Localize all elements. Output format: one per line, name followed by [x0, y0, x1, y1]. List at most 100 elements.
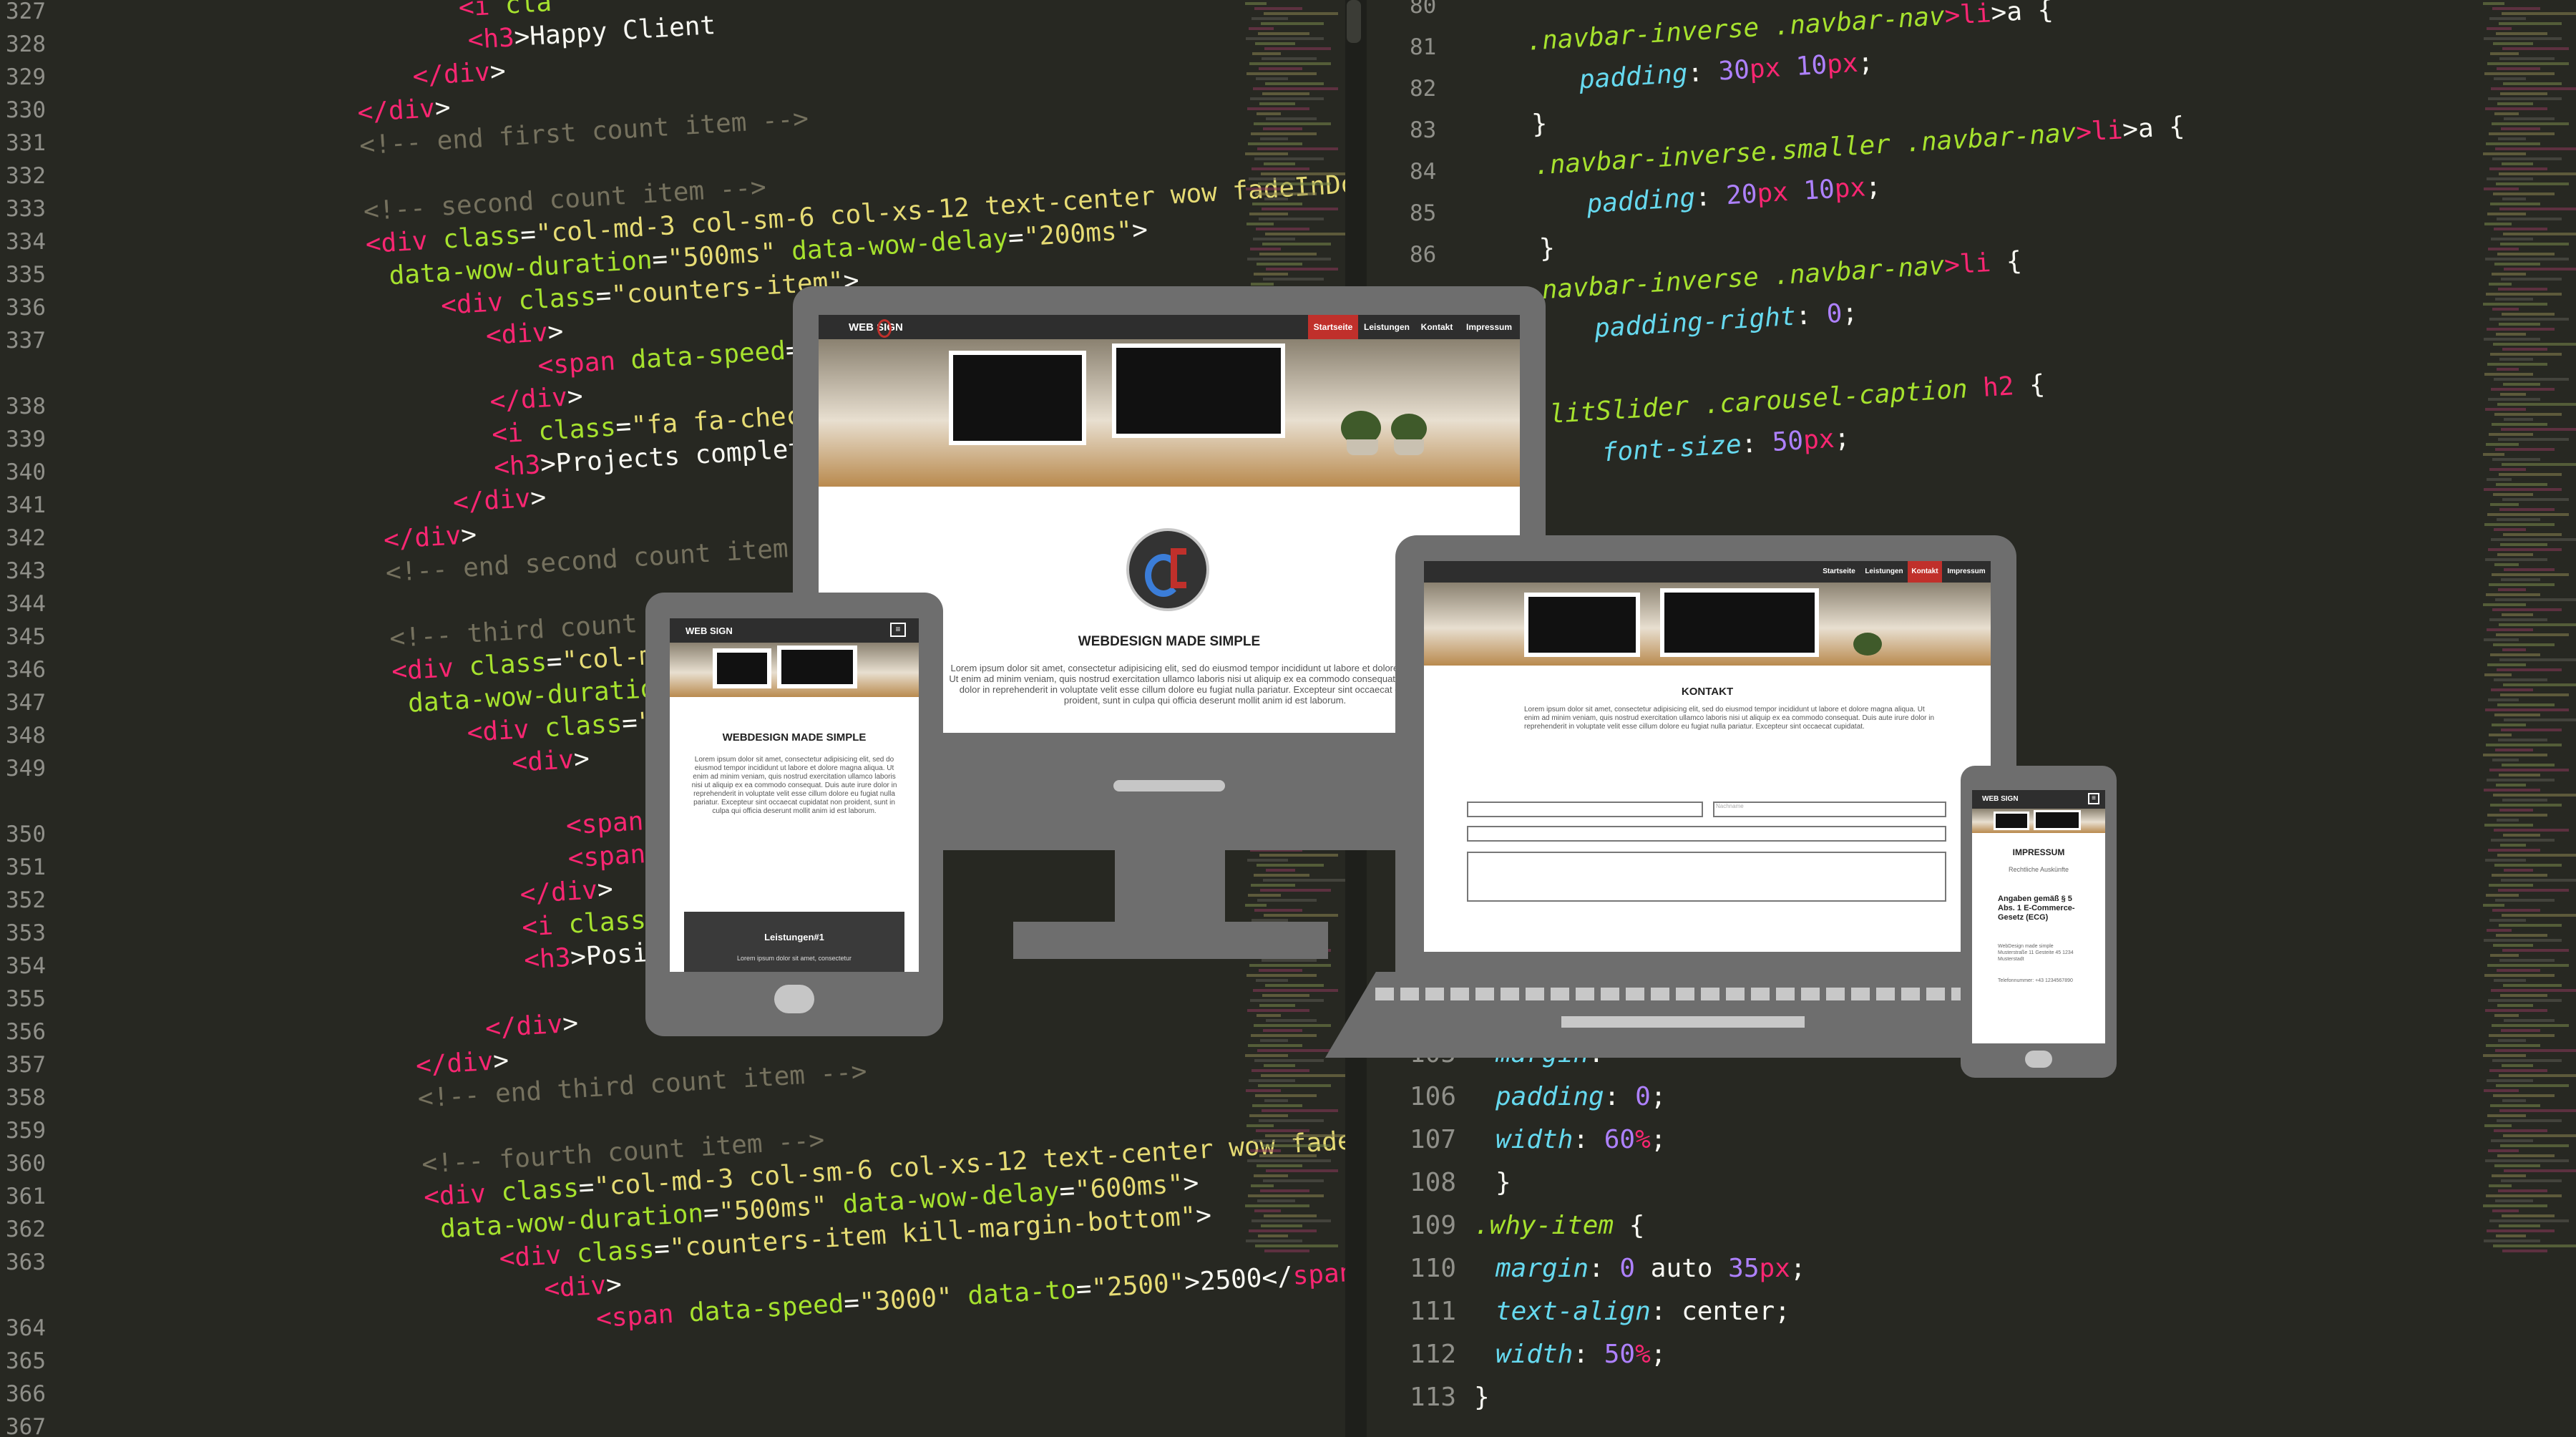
nav-link-kontakt[interactable]: Kontakt: [1908, 561, 1942, 583]
line-number: 343: [6, 558, 46, 584]
code-token: ;: [1650, 1125, 1667, 1154]
minimap-line: [1262, 994, 1309, 997]
code-line[interactable]: .navbar-inverse .navbar-nav>li>a {: [1526, 0, 2054, 57]
minimap-line: [2486, 593, 2540, 596]
code-token: >: [1131, 215, 1149, 245]
code-line[interactable]: </div>: [519, 875, 614, 910]
code-line[interactable]: <div>: [511, 744, 590, 779]
code-line[interactable]: </div>: [489, 381, 583, 417]
minimap-line: [2502, 1064, 2533, 1067]
code-line[interactable]: padding-right: 0;: [1594, 298, 1858, 343]
nav-link-impressum[interactable]: Impressum: [1942, 561, 1991, 583]
nav-link-startseite[interactable]: Startseite: [1818, 561, 1860, 583]
minimap-line: [2504, 1019, 2555, 1022]
tablet-logo[interactable]: WEB SIGN: [686, 625, 733, 636]
code-line[interactable]: }: [1538, 233, 1556, 263]
code-line[interactable]: navbar-inverse .navbar-nav>li {: [1541, 246, 2023, 305]
code-token: "500ms": [718, 1191, 829, 1227]
tablet-service-card[interactable]: Leistungen#1 Lorem ipsum dolor sit amet,…: [684, 912, 904, 972]
desktop-logo[interactable]: WEB SIGN: [849, 321, 903, 333]
code-token: >: [1182, 1168, 1200, 1199]
minimap-line: [2497, 819, 2519, 822]
code-line[interactable]: </div>: [383, 520, 477, 555]
code-line[interactable]: <i cla: [458, 0, 552, 23]
code-line[interactable]: .navbar-inverse.smaller .navbar-nav>li>a…: [1533, 112, 2185, 180]
code-line[interactable]: width: 60%;: [1496, 1125, 1666, 1154]
minimap-line: [1264, 12, 1338, 15]
tablet-body-text: Lorem ipsum dolor sit amet, consectetur …: [691, 756, 897, 815]
minimap-line: [2497, 253, 2555, 255]
nav-link-leistungen[interactable]: Leistungen: [1358, 315, 1415, 339]
code-line[interactable]: </div>: [484, 1008, 579, 1043]
minimap-line: [2493, 643, 2555, 646]
minimap-line: [1247, 1009, 1309, 1012]
code-line[interactable]: }: [1531, 109, 1548, 139]
minimap-line: [1247, 859, 1288, 862]
nav-link-leistungen[interactable]: Leistungen: [1860, 561, 1908, 583]
left-scrollbar-thumb[interactable]: [1347, 0, 1361, 43]
code-line[interactable]: padding: 30px 10px;: [1579, 47, 1875, 94]
minimap-line: [1260, 1039, 1288, 1042]
code-line[interactable]: margin: 0 auto 35px;: [1496, 1254, 1806, 1283]
phone-home-button[interactable]: [2025, 1051, 2052, 1068]
code-line[interactable]: padding: 20px 10px;: [1586, 172, 1882, 219]
code-line[interactable]: </div>: [411, 57, 506, 92]
minimap-line: [2489, 433, 2533, 436]
code-line[interactable]: .why-item {: [1474, 1211, 1644, 1240]
minimap-line: [1258, 1234, 1288, 1237]
tablet-navbar: WEB SIGN ≡: [670, 618, 919, 643]
code-token: "200ms": [1023, 215, 1133, 253]
code-token: <div: [498, 1240, 562, 1274]
minimap-line: [2484, 488, 2562, 491]
minimap-line: [1258, 32, 1309, 35]
nav-link-kontakt[interactable]: Kontakt: [1415, 315, 1458, 339]
minimap-line: [2502, 313, 2555, 316]
laptop-message-field[interactable]: [1467, 852, 1946, 902]
minimap-line: [2484, 1239, 2540, 1242]
code-line[interactable]: </div>: [356, 93, 451, 128]
code-token: </div: [356, 94, 436, 128]
minimap-line: [2499, 473, 2562, 476]
keyboard-key: [1601, 988, 1619, 1000]
code-line[interactable]: text-align: center;: [1496, 1297, 1790, 1326]
minimap-line: [2489, 1219, 2569, 1222]
code-line[interactable]: }: [1496, 1168, 1511, 1197]
minimap-line: [2486, 1194, 2562, 1197]
code-line[interactable]: font-size: 50px;: [1601, 423, 1851, 467]
tablet-home-button[interactable]: [774, 985, 814, 1013]
code-line[interactable]: litSlider .carousel-caption h2 {: [1548, 370, 2046, 429]
line-number: 328: [6, 31, 46, 57]
code-line[interactable]: padding: 0;: [1496, 1082, 1666, 1111]
code-line[interactable]: <span data-speed="3000" data-to="2500">2…: [595, 1257, 1345, 1334]
minimap-line: [2483, 904, 2504, 907]
minimap-line: [1265, 233, 1345, 235]
minimap-line: [2498, 1039, 2526, 1042]
code-line[interactable]: </div>: [415, 1046, 509, 1081]
line-number: 352: [6, 887, 46, 913]
nav-link-startseite[interactable]: Startseite: [1308, 315, 1358, 339]
code-token: =: [1007, 223, 1025, 253]
code-token: <span: [595, 1299, 675, 1334]
right-minimap[interactable]: [2483, 0, 2576, 1437]
code-line[interactable]: width: 50%;: [1496, 1340, 1666, 1369]
laptop-email-field[interactable]: [1467, 826, 1946, 842]
minimap-line: [2502, 198, 2526, 200]
nav-link-impressum[interactable]: Impressum: [1458, 315, 1520, 339]
minimap-line: [1249, 1229, 1317, 1232]
code-line[interactable]: </div>: [452, 483, 547, 518]
code-line[interactable]: }: [1474, 1383, 1490, 1412]
minimap-line: [1261, 22, 1324, 25]
code-token: <span: [567, 839, 647, 874]
code-line[interactable]: <div>: [543, 1270, 623, 1304]
phone-hamburger-icon[interactable]: ≡: [2088, 793, 2099, 804]
minimap-line: [2500, 92, 2547, 95]
minimap-line: [1257, 112, 1281, 115]
minimap-line: [1266, 268, 1338, 271]
phone-logo[interactable]: WEB SIGN: [1982, 795, 2019, 803]
hamburger-menu-icon[interactable]: ≡: [890, 623, 906, 637]
hero-pot-2: [1394, 439, 1424, 455]
minimap-line: [2502, 348, 2547, 351]
laptop-last-name-field[interactable]: Nachname: [1713, 802, 1946, 817]
code-line[interactable]: <div>: [485, 317, 565, 351]
laptop-first-name-field[interactable]: [1467, 802, 1703, 817]
